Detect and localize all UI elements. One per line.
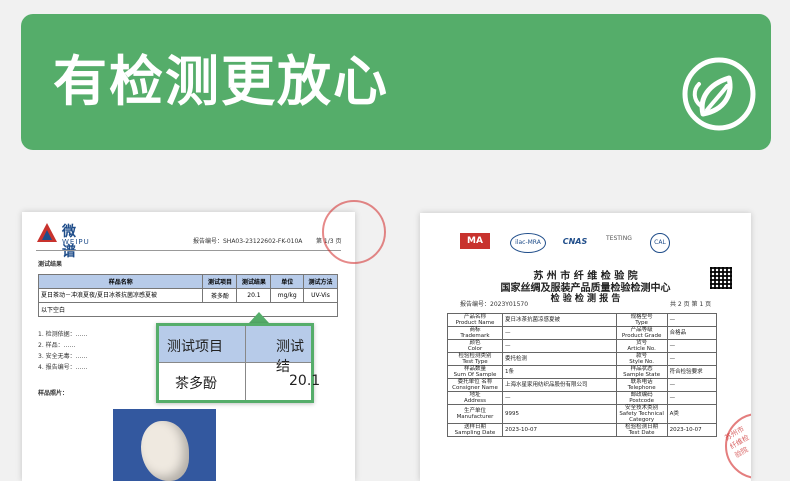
col-sample: 样品名称 (37, 274, 204, 289)
label-en: Article No. (627, 346, 656, 352)
label-en: Color (467, 346, 483, 352)
certification-badges: MA ilac-MRA CNAS TESTING CAL (460, 233, 720, 261)
suzhou-inspection-report: MA ilac-MRA CNAS TESTING CAL 苏 州 市 纤 维 检… (420, 213, 751, 481)
sample-photo (113, 409, 216, 481)
fiber-sample-image (141, 421, 189, 481)
note-item: 1. 检测依据：…… (38, 331, 88, 338)
value: — (666, 352, 718, 366)
zoom-callout: 测试项目 测试结 茶多酚 20.1 (156, 323, 320, 403)
label-en: Address (464, 398, 486, 404)
table-row: 送样日期 Sampling Date 2023-10-07 检验检测日期 Test … (447, 423, 718, 437)
cell-unit: mg/kg (270, 288, 304, 303)
label-en: Sample State (623, 372, 661, 378)
cal-badge: CAL (650, 233, 670, 253)
value: 夏日冰茶抗菌凉感夏被 (502, 313, 617, 327)
results-table: 样品名称 测试项目 测试结果 单位 测试方法 夏日茶动－冲浪夏夜/夏日冰茶抗菌凉… (37, 274, 339, 317)
report-info-table: 产品名称 Product Name 夏日冰茶抗菌凉感夏被 规格型号 Type — 商… (447, 313, 718, 437)
zoom-item-name: 茶多酚 (175, 376, 217, 392)
red-stamp (322, 200, 386, 264)
label-en: Product Grade (621, 333, 662, 339)
value: 上海水星家用纺织品股份有限公司 (502, 378, 617, 392)
cell-method: UV-Vis (302, 288, 339, 303)
zoom-header: 测试项目 测试结 (159, 326, 311, 375)
value: — (502, 339, 617, 353)
leaf-icon (682, 57, 756, 131)
label-en: Sum Of Sample (453, 372, 497, 378)
value: 1条 (502, 365, 617, 379)
table-row: 商标 Trademark — 产品等级 Product Grade 合格品 (447, 326, 718, 340)
section-photo: 样品照片： (38, 390, 69, 397)
zoom-item-value: 20.1 (289, 373, 321, 389)
banner-title: 有检测更放心 (53, 50, 389, 113)
table-row: 样品数量 Sum Of Sample 1条 样品状态 Sample State 符合… (447, 365, 718, 379)
table-row: 产品名称 Product Name 夏日冰茶抗菌凉感夏被 规格型号 Type — (447, 313, 718, 327)
note-item: 3. 安全无毒：…… (38, 353, 88, 360)
value: — (666, 313, 718, 327)
header-banner: 有检测更放心 (21, 14, 771, 150)
value: — (666, 378, 718, 392)
zoom-divider (245, 326, 246, 400)
report-number: 报告编号：2023Y01570 (460, 301, 529, 308)
col-result: 测试结果 (236, 274, 272, 289)
blank-note: 以下空白 (38, 302, 338, 317)
table-row: 颜色 Color — 货号 Article No. — (447, 339, 718, 353)
weipu-logo-icon (37, 223, 57, 242)
label-en: Name (481, 385, 498, 391)
label-en: Product Name (455, 320, 495, 326)
ma-badge: MA (460, 233, 490, 249)
section-results: 测试结果 (38, 261, 63, 268)
value: 2023-10-07 (502, 423, 617, 437)
value: — (502, 391, 617, 405)
entrust-label-en: Consigner (452, 385, 480, 391)
value: 9995 (502, 404, 617, 424)
col-unit: 单位 (270, 274, 304, 289)
table-row: 委托单位 名称 Consigner Name 上海水星家用纺织品股份有限公司 联系… (447, 378, 718, 392)
note-item: 4. 报告编号：…… (38, 364, 88, 371)
ilac-badge: ilac-MRA (510, 233, 546, 253)
value: 合格品 (666, 326, 718, 340)
logo-sub: WEIPU (62, 238, 90, 246)
value: A类 (666, 404, 718, 424)
label-en: Type (635, 320, 648, 326)
label-en: Test Type (462, 359, 488, 365)
col-item: 测试项目 (202, 274, 238, 289)
cnas-badge: CNAS (562, 237, 588, 246)
zoom-col-result: 测试结 (276, 339, 304, 375)
zoom-pointer (249, 312, 269, 323)
col-method: 测试方法 (302, 274, 339, 289)
value: — (666, 339, 718, 353)
label-en: Test Date (628, 430, 655, 436)
label-en: Style No. (629, 359, 654, 365)
report-number: 报告编号：SHA03-23122602-FK-010A (193, 238, 303, 245)
cell-item: 茶多酚 (202, 288, 238, 303)
notes-list: 1. 检测依据：…… 2. 样品：…… 3. 安全无毒：…… 4. 报告编号：…… (38, 331, 88, 375)
label-en: Safety Technical Category (619, 411, 664, 423)
zoom-row-divider (159, 362, 311, 363)
label-en: Postcode (629, 398, 655, 404)
divider (36, 250, 341, 251)
value: 符合检验要求 (666, 365, 718, 379)
testing-badge: TESTING (606, 235, 632, 242)
value: 委托检测 (502, 352, 617, 366)
value: — (502, 326, 617, 340)
value: — (666, 391, 718, 405)
label-en: Trademark (460, 333, 490, 339)
value: 2023-10-07 (666, 423, 718, 437)
table-row: 生产单位 Manufacturer 9995 安全技术类别 Safety Techn… (447, 404, 718, 424)
label-en: Sampling Date (454, 430, 496, 436)
weipu-logo: 微谱 WEIPU (36, 222, 89, 260)
zoom-col-item: 测试项目 (167, 339, 223, 355)
label-en: Manufacturer (456, 414, 494, 420)
cell-sample: 夏日茶动－冲浪夏夜/夏日冰茶抗菌凉感夏被 (37, 288, 204, 303)
cell-result: 20.1 (236, 288, 272, 303)
label-en: Telephone (627, 385, 656, 391)
table-row: 地址 Address — 邮政编码 Postcode — (447, 391, 718, 405)
note-item: 2. 样品：…… (38, 342, 76, 349)
page-count: 共 2 页 第 1 页 (670, 301, 712, 308)
table-row: 检验检测类别 Test Type 委托检测 款号 Style No. — (447, 352, 718, 366)
